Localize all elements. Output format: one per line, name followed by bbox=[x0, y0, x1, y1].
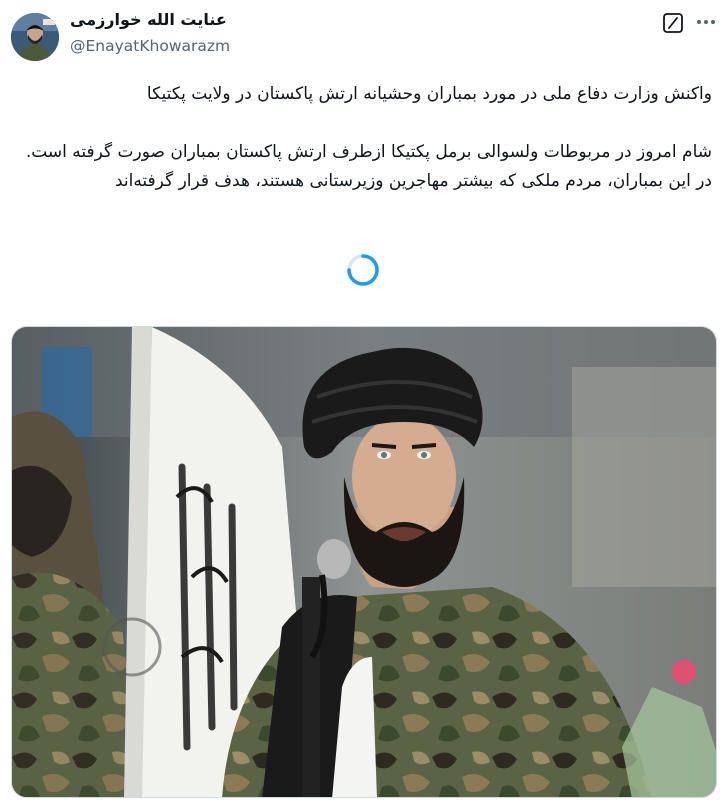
more-options-icon[interactable] bbox=[693, 11, 719, 33]
tweet-paragraph-2: در این بمباران، مردم ملکی که بیشتر مهاجر… bbox=[114, 171, 712, 191]
tweet-paragraph-1: شام امروز در مربوطات ولسوالی برمل پکتیکا… bbox=[25, 142, 712, 162]
tweet-headline: واکنش وزارت دفاع ملی در مورد بمباران وحش… bbox=[146, 84, 712, 104]
speaker-photo-icon bbox=[12, 327, 716, 797]
author-handle[interactable]: @EnayatKhowarazm bbox=[70, 37, 230, 55]
profile-avatar-icon bbox=[11, 13, 59, 61]
author-avatar[interactable] bbox=[11, 13, 59, 61]
grok-icon[interactable] bbox=[662, 12, 684, 34]
spinner-icon bbox=[347, 254, 379, 286]
tweet-text: واکنش وزارت دفاع ملی در مورد بمباران وحش… bbox=[14, 80, 712, 196]
author-display-name[interactable]: عنایت الله خوارزمی bbox=[70, 10, 227, 29]
tweet-media-photo[interactable] bbox=[11, 326, 717, 798]
